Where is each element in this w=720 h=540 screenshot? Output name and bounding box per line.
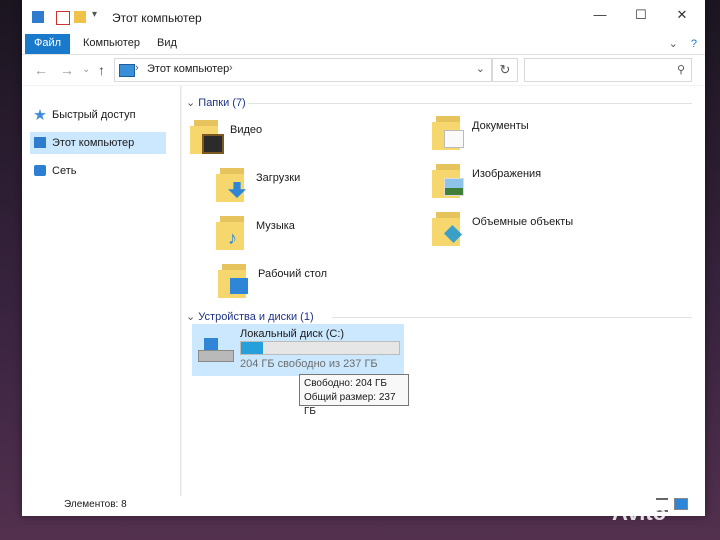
maximize-button[interactable]: ☐ — [626, 4, 656, 26]
status-bar: Элементов: 8 — [22, 496, 705, 516]
folder-label: Рабочий стол — [258, 268, 328, 280]
address-bar[interactable]: › Этот компьютер › ⌄ — [114, 58, 492, 82]
refresh-button[interactable]: ↻ — [492, 58, 518, 82]
folder-tile[interactable]: Документы — [432, 116, 632, 158]
sidebar-item-label: Этот компьютер — [52, 137, 135, 149]
breadcrumb-chevron-icon[interactable]: › — [135, 62, 139, 74]
group-divider — [332, 317, 692, 318]
search-icon[interactable]: ⚲ — [677, 63, 685, 76]
folder-label: Видео — [230, 124, 263, 136]
content-pane: ⌄ Папки (7) Видео Документы Загрузки Изо… — [182, 86, 705, 496]
up-button[interactable]: ↑ — [98, 62, 105, 78]
group-divider — [248, 103, 692, 104]
drive-usage-fill — [241, 342, 264, 354]
network-icon — [34, 165, 46, 176]
folder-tile[interactable]: Объемные объекты — [432, 212, 632, 254]
navigation-pane: Быстрый доступ Этот компьютер Сеть — [22, 86, 181, 496]
tab-view[interactable]: Вид — [148, 34, 186, 54]
folder-tile[interactable]: Изображения — [432, 164, 632, 206]
pictures-folder-icon — [432, 164, 466, 198]
tooltip-free: Свободно: 204 ГБ — [304, 378, 387, 389]
ribbon-tabs: Файл Компьютер Вид ⌄ ? — [22, 34, 705, 55]
tooltip-total: Общий размер: 237 ГБ — [304, 392, 396, 417]
folders-group-header[interactable]: ⌄ Папки (7) — [186, 96, 246, 109]
music-folder-icon: ♪ — [216, 216, 250, 250]
sidebar-item-quick-access[interactable]: Быстрый доступ — [30, 104, 166, 126]
ribbon-collapse-icon[interactable]: ⌄ — [669, 38, 678, 50]
sidebar-item-label: Сеть — [52, 165, 77, 177]
sidebar-item-this-pc[interactable]: Этот компьютер — [30, 132, 166, 154]
help-icon[interactable]: ? — [691, 38, 697, 50]
minimize-button[interactable]: — — [585, 4, 615, 26]
breadcrumb[interactable]: Этот компьютер — [147, 63, 229, 75]
folder-tile[interactable]: Рабочий стол — [218, 264, 418, 306]
item-count: Элементов: 8 — [64, 499, 127, 510]
close-button[interactable]: ✕ — [667, 4, 697, 26]
drive-c-tile[interactable]: Локальный диск (C:) 204 ГБ свободно из 2… — [192, 324, 404, 376]
folder-tile[interactable]: Загрузки — [216, 168, 416, 210]
navigation-bar: ← → ⌄ ↑ › Этот компьютер › ⌄ ↻ ⚲ — [22, 55, 705, 85]
folder-tile[interactable]: Видео — [190, 120, 390, 162]
video-folder-icon — [190, 120, 224, 154]
folder-label: Документы — [472, 120, 529, 132]
drive-free-space: 204 ГБ свободно из 237 ГБ — [240, 358, 378, 370]
star-icon — [34, 109, 46, 120]
forward-button[interactable]: → — [60, 62, 74, 78]
devices-group-header[interactable]: ⌄ Устройства и диски (1) — [186, 310, 314, 323]
quick-access-dropdown-icon[interactable]: ▾ — [92, 9, 97, 20]
back-button[interactable]: ← — [34, 62, 48, 78]
search-input[interactable]: ⚲ — [524, 58, 692, 82]
window-title: Этот компьютер — [112, 11, 202, 25]
folder-label: Изображения — [472, 168, 542, 180]
tab-computer[interactable]: Компьютер — [74, 34, 149, 54]
sidebar-item-network[interactable]: Сеть — [30, 160, 166, 182]
computer-icon — [34, 137, 46, 148]
folder-label: Музыка — [256, 220, 295, 232]
explorer-window: ▾ Этот компьютер — ☐ ✕ Файл Компьютер Ви… — [22, 0, 705, 516]
new-folder-icon[interactable] — [74, 11, 86, 23]
address-dropdown-icon[interactable]: ⌄ — [476, 62, 485, 75]
folder-label: Объемные объекты — [472, 216, 574, 228]
properties-icon[interactable] — [56, 11, 70, 25]
recent-locations-button[interactable]: ⌄ — [82, 64, 90, 75]
3d-objects-folder-icon — [432, 212, 466, 246]
watermark-logo: Avito — [612, 500, 667, 525]
sidebar-item-label: Быстрый доступ — [52, 109, 136, 121]
large-icons-view-icon[interactable] — [674, 498, 688, 510]
computer-icon — [32, 11, 44, 23]
tab-file[interactable]: Файл — [25, 34, 71, 54]
drive-usage-bar — [240, 341, 400, 355]
title-bar: ▾ Этот компьютер — ☐ ✕ — [22, 0, 705, 34]
folder-tile[interactable]: ♪ Музыка — [216, 216, 416, 258]
folder-label: Загрузки — [256, 172, 301, 184]
downloads-folder-icon — [216, 168, 250, 202]
hard-drive-icon — [198, 338, 234, 362]
drive-name: Локальный диск (C:) — [240, 328, 345, 340]
breadcrumb-chevron-icon[interactable]: › — [229, 62, 233, 74]
desktop-folder-icon — [218, 264, 252, 298]
computer-icon — [119, 64, 135, 77]
drive-tooltip: Свободно: 204 ГБ Общий размер: 237 ГБ — [299, 374, 409, 417]
documents-folder-icon — [432, 116, 466, 150]
